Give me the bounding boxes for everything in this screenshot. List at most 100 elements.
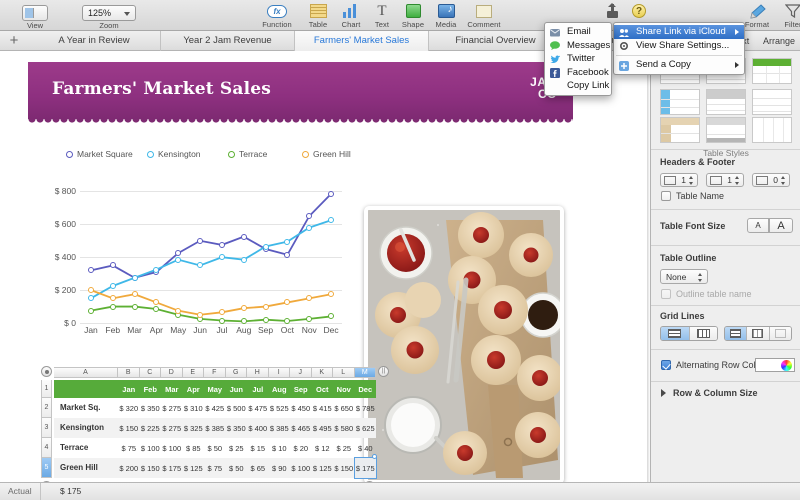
table-cell[interactable]: $ 495 (312, 424, 334, 433)
sheet-tab-a-year-in-review[interactable]: A Year in Review (28, 31, 161, 51)
selection-handle[interactable] (372, 454, 377, 459)
toolbar-button-comment[interactable]: Comment (462, 2, 506, 29)
table-cell[interactable]: $ 350 (140, 404, 162, 413)
column-header-l[interactable]: L (333, 367, 355, 378)
footer-rows-stepper[interactable]: 0 (752, 173, 790, 187)
row-header-3[interactable]: 3 (41, 418, 52, 438)
column-header-g[interactable]: G (225, 367, 247, 378)
send-copy-submenu[interactable]: Email Messages Twitter Facebook Copy Lin… (544, 22, 612, 96)
table-cell[interactable]: $ 275 (161, 424, 183, 433)
table-cell[interactable]: $ 25 (226, 444, 248, 453)
table-header-cell[interactable]: May (204, 385, 226, 394)
table-row-label[interactable]: Market Sq. (60, 403, 118, 412)
table-header-cell[interactable]: Oct (312, 385, 334, 394)
table-cell[interactable]: $ 50 (204, 444, 226, 453)
grid-body-horizontal-button[interactable] (725, 327, 748, 340)
table-cell[interactable]: $ 100 (161, 444, 183, 453)
table-cell[interactable]: $ 525 (269, 404, 291, 413)
row-column-size-section[interactable]: Row & Column Size (651, 382, 800, 410)
table-style-swatch-7[interactable] (660, 117, 700, 143)
submenu-item-copy-link[interactable]: Copy Link (545, 79, 611, 93)
table-cell[interactable]: $ 385 (204, 424, 226, 433)
menu-item-share-link-via-icloud[interactable]: Share Link via iCloud (614, 25, 744, 39)
data-table[interactable]: A B C D E F G H I J K L M 1 2 3 4 5 Jan Feb Mar Apr May Jun Jul A… (28, 366, 389, 482)
header-cols-stepper[interactable]: 1 (706, 173, 744, 187)
row-header-5[interactable]: 5 (41, 458, 52, 478)
header-rows-stepper[interactable]: 1 (660, 173, 698, 187)
table-cell[interactable]: $ 150 (118, 424, 140, 433)
footer-rows-arrows[interactable] (780, 175, 787, 186)
column-header-e[interactable]: E (182, 367, 204, 378)
table-cell[interactable]: $ 450 (290, 404, 312, 413)
table-cell[interactable]: $ 465 (290, 424, 312, 433)
row-header-2[interactable]: 2 (41, 398, 52, 418)
table-cell[interactable]: $ 10 (269, 444, 291, 453)
view-button[interactable] (22, 5, 48, 21)
line-chart[interactable]: Market Square Kensington Terrace Green Hill… (28, 149, 351, 364)
submenu-item-email[interactable]: Email (545, 25, 611, 39)
table-header-cell[interactable]: Nov (333, 385, 355, 394)
table-cell[interactable]: $ 15 (247, 444, 269, 453)
grid-lines-header-segmented[interactable] (660, 326, 718, 341)
table-style-swatch-9[interactable] (752, 117, 792, 143)
column-header-c[interactable]: C (139, 367, 161, 378)
grid-vertical-button[interactable] (689, 327, 717, 340)
table-cell[interactable]: $ 500 (226, 404, 248, 413)
table-cell[interactable]: $ 310 (183, 404, 205, 413)
table-cell[interactable]: $ 100 (140, 444, 162, 453)
column-header-i[interactable]: I (268, 367, 290, 378)
table-cell[interactable]: $ 75 (118, 444, 140, 453)
table-cell[interactable]: $ 175 (161, 464, 183, 473)
menu-item-send-a-copy[interactable]: Send a Copy (614, 58, 744, 72)
header-rows-arrows[interactable] (688, 175, 695, 186)
table-outline-popup[interactable]: None (660, 269, 708, 284)
table-cell[interactable]: $ 50 (226, 464, 248, 473)
sidebar-tab-arrange[interactable]: Arrange (757, 31, 800, 51)
color-wheel-icon[interactable] (781, 359, 792, 371)
table-cell[interactable]: $ 580 (333, 424, 355, 433)
font-size-decrease-button[interactable]: A (747, 218, 769, 233)
header-cols-arrows[interactable] (734, 175, 741, 186)
column-header-d[interactable]: D (161, 367, 183, 378)
table-cell[interactable]: $ 200 (118, 464, 140, 473)
row-header-4[interactable]: 4 (41, 438, 52, 458)
table-cell[interactable]: $ 320 (118, 404, 140, 413)
submenu-item-messages[interactable]: Messages (545, 39, 611, 53)
grid-lines-body-segmented[interactable] (724, 326, 792, 341)
table-cell[interactable]: $ 150 (333, 464, 355, 473)
sheet-tab-year-2-jam-revenue[interactable]: Year 2 Jam Revenue (161, 31, 295, 51)
table-header-cell[interactable]: Sep (290, 385, 312, 394)
table-cell[interactable]: $ 325 (183, 424, 205, 433)
submenu-item-facebook[interactable]: Facebook (545, 66, 611, 80)
share-menu[interactable]: Share Link via iCloud View Share Setting… (613, 22, 745, 75)
table-cell[interactable]: $ 25 (333, 444, 355, 453)
help-button[interactable]: ? (627, 2, 651, 20)
table-cell[interactable]: $ 75 (204, 464, 226, 473)
row-header-1[interactable]: 1 (41, 380, 52, 398)
table-cell[interactable]: $ 625 (355, 424, 377, 433)
table-row-label[interactable]: Kensington (60, 423, 118, 432)
selected-cell[interactable] (353, 457, 377, 479)
submenu-item-twitter[interactable]: Twitter (545, 52, 611, 66)
table-style-swatch-4[interactable] (660, 89, 700, 115)
share-button[interactable] (600, 2, 624, 20)
table-header-cell[interactable]: Mar (161, 385, 183, 394)
table-cell[interactable]: $ 100 (290, 464, 312, 473)
column-header-f[interactable]: F (204, 367, 226, 378)
table-cell[interactable]: $ 150 (140, 464, 162, 473)
table-cell[interactable]: $ 40 (355, 444, 377, 453)
zoom-popup[interactable]: 125% (82, 5, 136, 21)
outline-table-name-checkbox[interactable] (661, 289, 671, 299)
table-row-label[interactable]: Green Hill (60, 463, 118, 472)
add-sheet-button[interactable]: + (6, 33, 22, 49)
menu-item-view-share-settings[interactable]: View Share Settings... (614, 39, 744, 53)
table-cell[interactable]: $ 225 (140, 424, 162, 433)
table-header-cell[interactable]: Feb (140, 385, 162, 394)
table-cell[interactable]: $ 400 (247, 424, 269, 433)
table-header-cell[interactable]: Jun (226, 385, 248, 394)
alternating-row-checkbox[interactable] (661, 360, 671, 370)
table-cell[interactable]: $ 385 (269, 424, 291, 433)
table-header-cell[interactable]: Jul (247, 385, 269, 394)
table-cell[interactable]: $ 20 (290, 444, 312, 453)
disclosure-triangle-icon[interactable] (661, 389, 666, 397)
